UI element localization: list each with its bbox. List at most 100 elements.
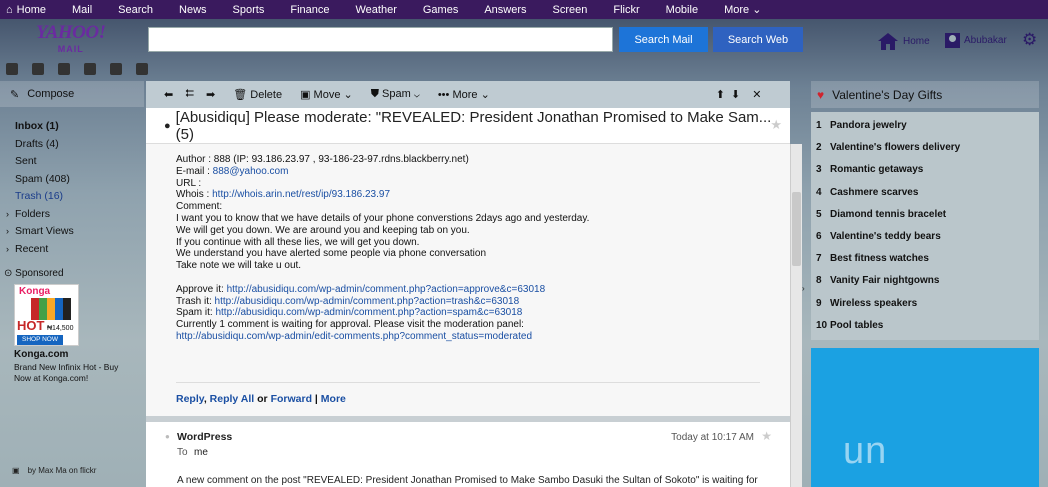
folder-drafts[interactable]: Drafts (4) xyxy=(6,136,142,154)
ad-description[interactable]: Brand New Infinix Hot - Buy Now at Konga… xyxy=(14,362,126,383)
move-button[interactable]: ▣ Move ⌄ xyxy=(300,88,353,101)
user-profile-link[interactable]: Abubakar xyxy=(945,33,1007,48)
spam-link[interactable]: http://abusidiqu.com/wp-admin/comment.ph… xyxy=(215,307,522,318)
nav-news[interactable]: News xyxy=(167,4,221,16)
yahoo-mail-logo[interactable]: YAHOO! MAIL xyxy=(36,23,106,57)
gear-icon[interactable]: ⚙ xyxy=(1022,30,1037,50)
arrow-up-icon[interactable]: ⬆ xyxy=(716,88,725,101)
gift-item[interactable]: 1 Pandora jewelry xyxy=(816,115,1039,137)
search-mail-button[interactable]: Search Mail xyxy=(619,27,708,52)
to-label: To xyxy=(177,447,188,458)
scrollbar-thumb[interactable] xyxy=(792,192,801,266)
nav-home[interactable]: ⌂ Home xyxy=(0,4,60,16)
sponsored-label: ⊙ Sponsored xyxy=(4,268,64,279)
body-line: Author : 888 (IP: 93.186.23.97 , 93-186-… xyxy=(176,154,469,165)
body-line: E-mail : 888@yahoo.com xyxy=(176,165,289,177)
email-link[interactable]: 888@yahoo.com xyxy=(213,166,289,177)
folder-smart-views[interactable]: › Smart Views xyxy=(6,223,142,241)
star-icon[interactable]: ★ xyxy=(761,429,772,443)
gift-item[interactable]: 5 Diamond tennis bracelet xyxy=(816,204,1039,226)
expand-panel-icon[interactable]: › xyxy=(802,284,805,293)
folder-recent[interactable]: › Recent xyxy=(6,241,142,259)
message-preview: A new comment on the post "REVEALED: Pre… xyxy=(177,475,758,486)
delete-button[interactable]: 🗑 Delete xyxy=(233,88,282,101)
star-icon[interactable]: ★ xyxy=(770,117,782,133)
home-icon: ⌂ xyxy=(6,3,13,16)
notepad-icon[interactable] xyxy=(84,63,96,75)
konga-ad-image[interactable]: Konga HOT ₦14,500 SHOP NOW xyxy=(14,284,79,346)
message-scrollbar[interactable] xyxy=(790,144,802,487)
gift-item[interactable]: 3 Romantic getaways xyxy=(816,159,1039,181)
background-credit[interactable]: ▣ by Max Ma on flickr xyxy=(12,466,96,475)
nav-finance[interactable]: Finance xyxy=(278,4,343,16)
body-line: Spam it: http://abusidiqu.com/wp-admin/c… xyxy=(176,307,523,319)
gift-item[interactable]: 7 Best fitness watches xyxy=(816,248,1039,270)
gift-list: 1 Pandora jewelry 2 Valentine's flowers de… xyxy=(811,112,1039,340)
nav-weather[interactable]: Weather xyxy=(343,4,410,16)
forward-link[interactable]: Forward xyxy=(271,393,312,405)
messenger-icon[interactable] xyxy=(110,63,122,75)
newsfeed-icon[interactable] xyxy=(136,63,148,75)
message-item[interactable]: ● WordPress Today at 10:17 AM ★ To me A … xyxy=(146,422,790,487)
moderation-panel-link[interactable]: http://abusidiqu.com/wp-admin/edit-comme… xyxy=(176,331,532,342)
whois-link[interactable]: http://whois.arin.net/rest/ip/93.186.23.… xyxy=(212,189,390,200)
folder-list: Inbox (1) Drafts (4) Sent Spam (408) Tra… xyxy=(6,118,142,258)
folder-trash[interactable]: Trash (16) xyxy=(6,188,142,206)
contacts-icon[interactable] xyxy=(32,63,44,75)
nav-sports[interactable]: Sports xyxy=(221,4,279,16)
body-line: Currently 1 comment is waiting for appro… xyxy=(176,319,524,331)
more-link[interactable]: More xyxy=(321,393,346,405)
nav-mail[interactable]: Mail xyxy=(60,4,106,16)
gift-item[interactable]: 10 Pool tables xyxy=(816,315,1039,337)
nav-answers[interactable]: Answers xyxy=(472,4,540,16)
forward-arrow-icon[interactable]: ➡ xyxy=(206,88,215,101)
reply-link[interactable]: Reply xyxy=(176,393,204,405)
nav-more[interactable]: More ⌄ xyxy=(712,3,775,16)
recipient: me xyxy=(194,447,208,458)
right-ad-banner[interactable]: un xyxy=(811,348,1039,487)
pencil-icon: ✎ xyxy=(10,88,20,101)
message-subject-bar: ● [Abusidiqu] Please moderate: "REVEALED… xyxy=(146,108,790,144)
back-arrow-icon[interactable]: ⬅ xyxy=(164,88,173,101)
nav-search[interactable]: Search xyxy=(106,4,167,16)
chevron-down-icon: ⌄ xyxy=(343,89,353,101)
reply-all-icon[interactable]: ⮄ xyxy=(185,88,194,101)
more-button[interactable]: ••• More ⌄ xyxy=(438,88,490,101)
header-home-link[interactable]: Home xyxy=(878,33,930,50)
arrow-down-icon[interactable]: ⬇ xyxy=(731,88,740,101)
gift-item[interactable]: 8 Vanity Fair nightgowns xyxy=(816,270,1039,292)
calendar-icon[interactable] xyxy=(58,63,70,75)
reply-all-link[interactable]: Reply All xyxy=(210,393,255,405)
photo-icon: ▣ xyxy=(12,466,20,475)
unread-dot: ● xyxy=(164,119,171,132)
nav-mobile[interactable]: Mobile xyxy=(654,4,712,16)
close-icon[interactable]: ✕ xyxy=(752,88,761,101)
compose-button[interactable]: ✎ Compose xyxy=(0,81,144,107)
nav-games[interactable]: Games xyxy=(411,4,472,16)
chevron-down-icon: ⌄ xyxy=(752,4,762,16)
phones-image xyxy=(31,298,71,320)
avatar xyxy=(945,33,960,48)
body-line: If you continue with all these lies, we … xyxy=(176,236,420,248)
gift-item[interactable]: 2 Valentine's flowers delivery xyxy=(816,137,1039,159)
body-line: Take note we will take u out. xyxy=(176,260,302,272)
gift-item[interactable]: 6 Valentine's teddy bears xyxy=(816,226,1039,248)
search-web-button[interactable]: Search Web xyxy=(713,27,803,52)
folder-folders[interactable]: › Folders xyxy=(6,206,142,224)
sender-name[interactable]: WordPress xyxy=(177,431,232,443)
spam-button[interactable]: ⛊ Spam ⌄ xyxy=(371,88,420,101)
ad-title[interactable]: Konga.com xyxy=(14,349,68,360)
trash-link[interactable]: http://abusidiqu.com/wp-admin/comment.ph… xyxy=(215,296,520,307)
folder-sent[interactable]: Sent xyxy=(6,153,142,171)
search-input[interactable] xyxy=(148,27,613,52)
nav-flickr[interactable]: Flickr xyxy=(601,4,653,16)
mail-icon[interactable] xyxy=(6,63,18,75)
nav-screen[interactable]: Screen xyxy=(541,4,602,16)
folder-inbox[interactable]: Inbox (1) xyxy=(6,118,142,136)
gift-item[interactable]: 4 Cashmere scarves xyxy=(816,182,1039,204)
gift-item[interactable]: 9 Wireless speakers xyxy=(816,293,1039,315)
folder-spam[interactable]: Spam (408) xyxy=(6,171,142,189)
body-line: Comment: xyxy=(176,201,223,213)
approve-link[interactable]: http://abusidiqu.com/wp-admin/comment.ph… xyxy=(227,284,546,295)
